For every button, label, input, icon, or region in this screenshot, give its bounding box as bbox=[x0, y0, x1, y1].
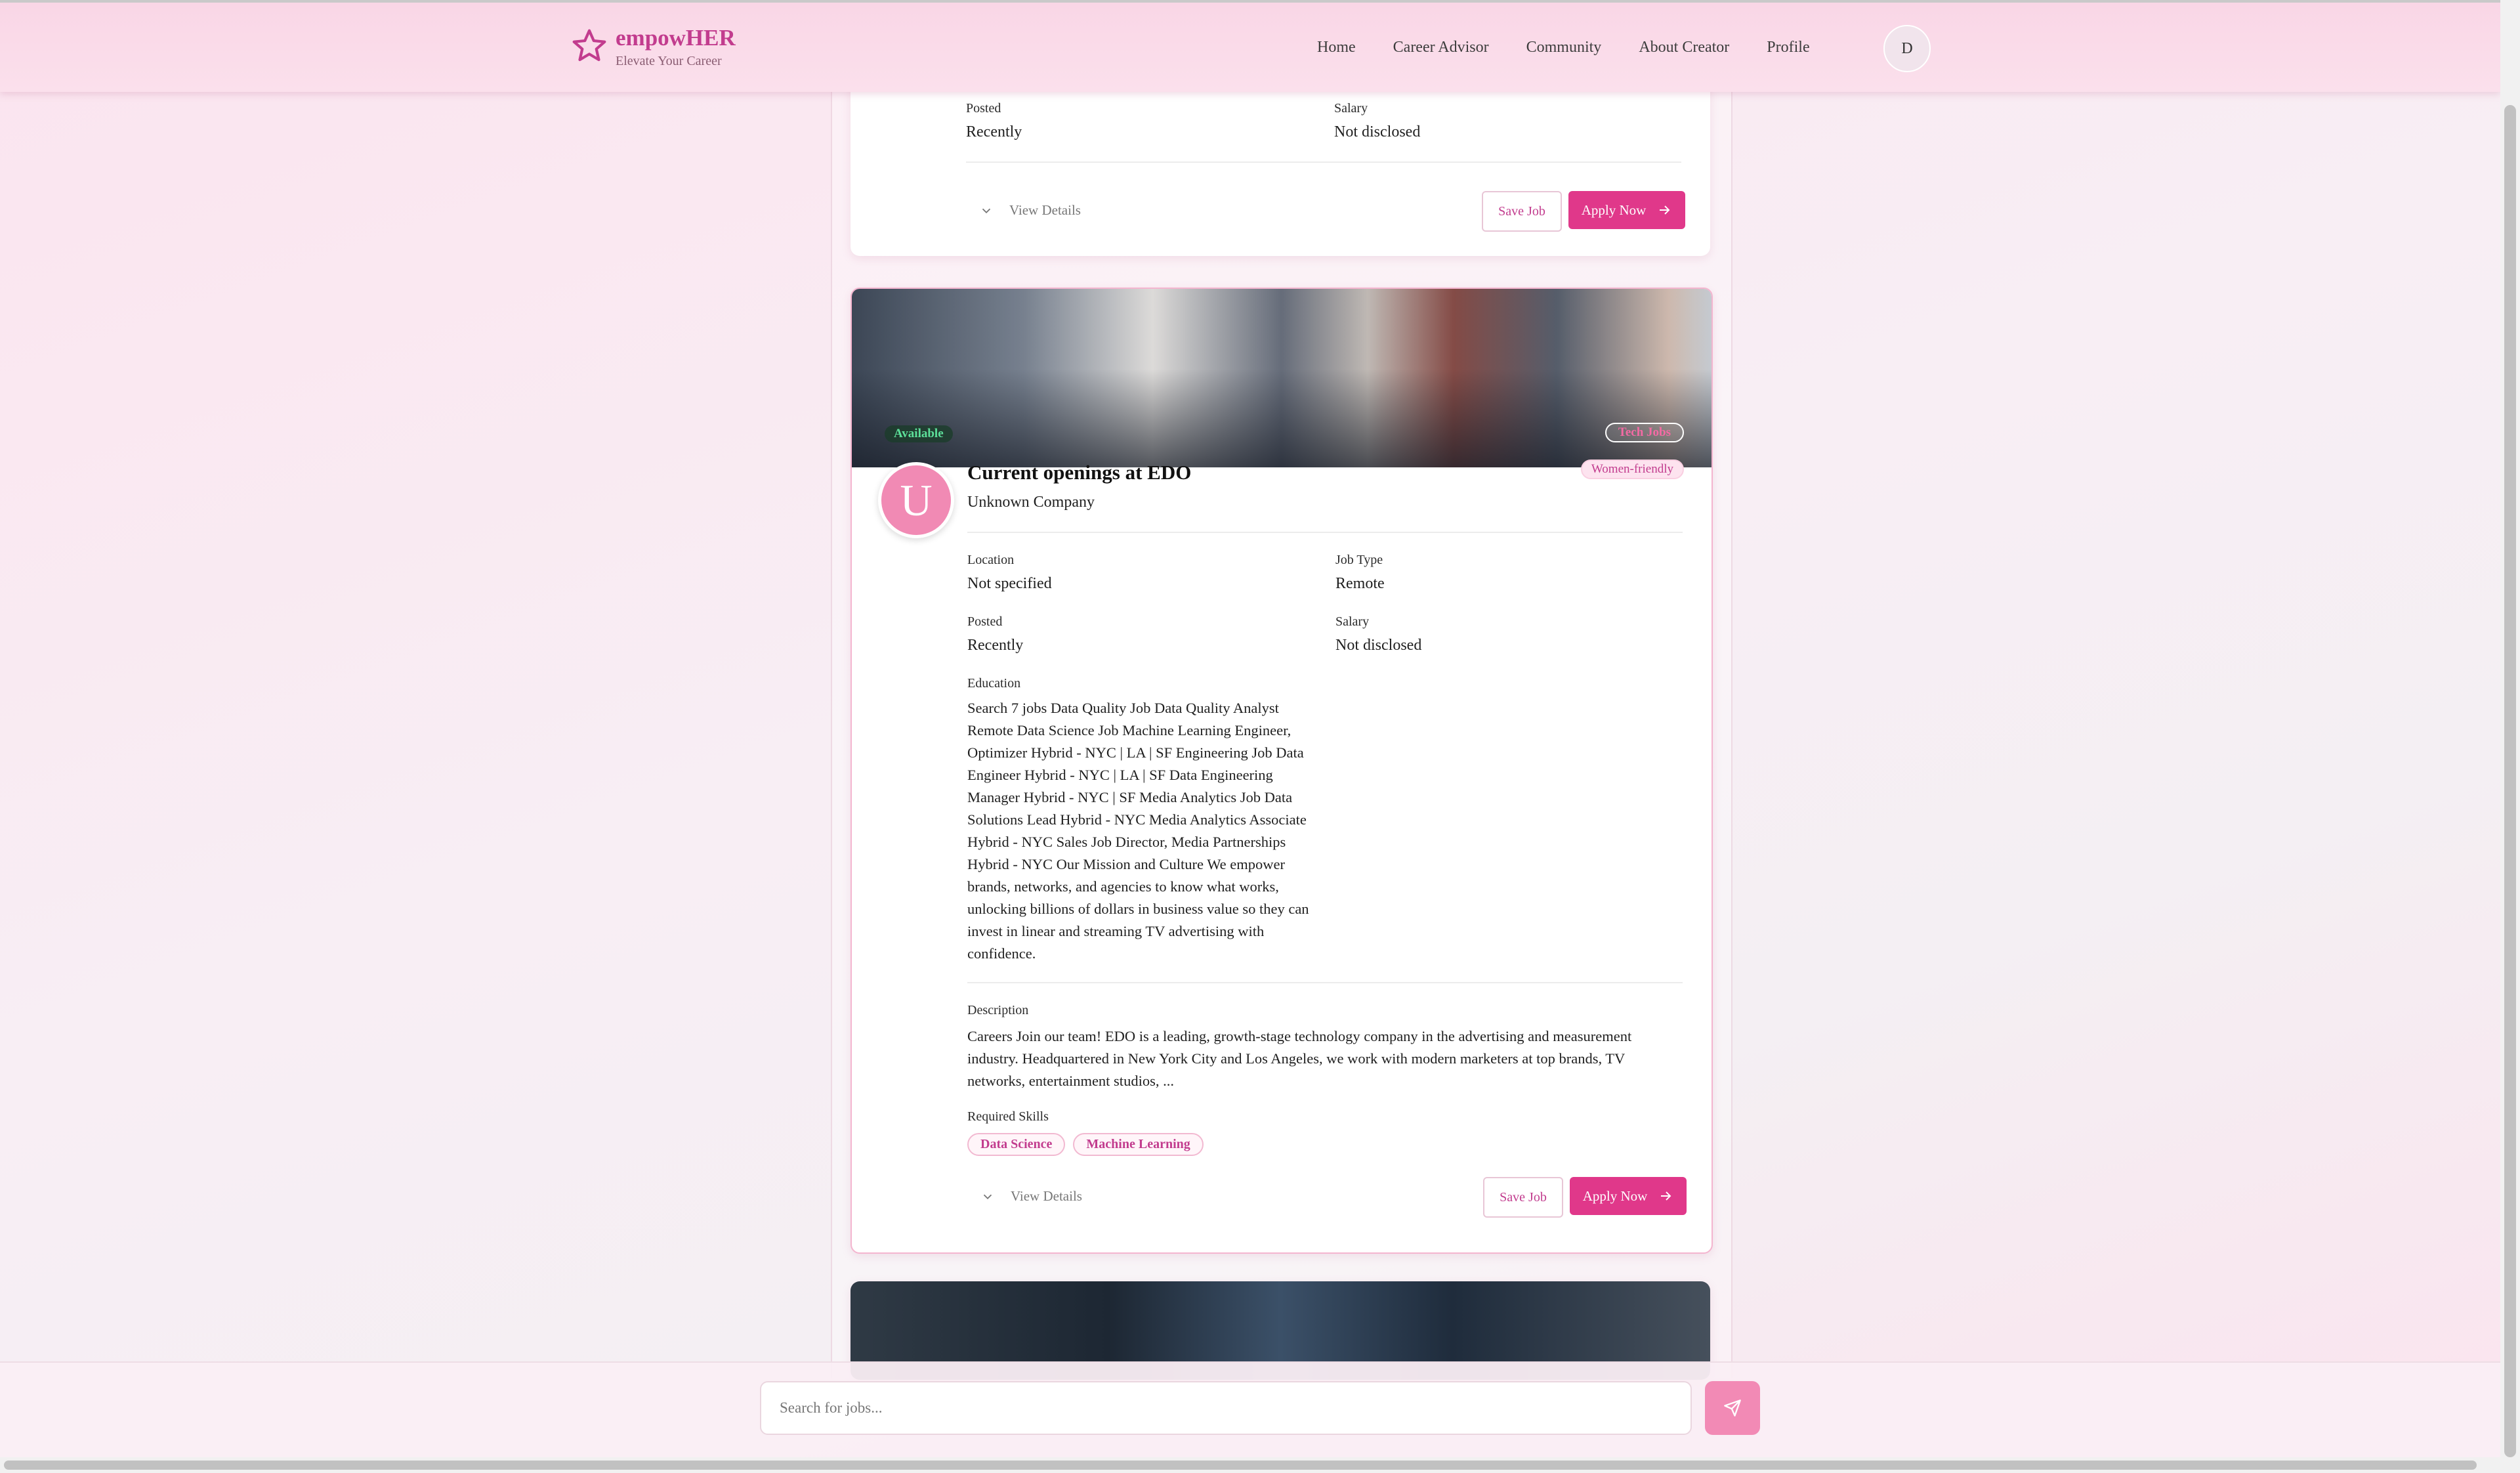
posted-label: Posted bbox=[967, 614, 1003, 629]
send-icon bbox=[1724, 1399, 1741, 1417]
logo[interactable]: empowHER Elevate Your Career bbox=[571, 24, 736, 70]
top-nav-bar: empowHER Elevate Your Career Home Career… bbox=[0, 0, 2500, 92]
description-label: Description bbox=[967, 1003, 1029, 1017]
view-details-label: View Details bbox=[1011, 1188, 1082, 1204]
scrollbar-thumb[interactable] bbox=[2504, 105, 2516, 1457]
brand-tagline: Elevate Your Career bbox=[616, 54, 722, 68]
horizontal-scrollbar[interactable] bbox=[0, 1457, 2500, 1473]
nav-home[interactable]: Home bbox=[1317, 35, 1356, 59]
nav-about-creator[interactable]: About Creator bbox=[1639, 35, 1729, 59]
company-name: Unknown Company bbox=[967, 494, 1095, 511]
view-details-toggle[interactable]: View Details bbox=[979, 202, 1081, 219]
main-nav: Home Career Advisor Community About Crea… bbox=[1317, 35, 1847, 59]
posted-label: Posted bbox=[966, 101, 1001, 116]
education-label: Education bbox=[967, 676, 1021, 691]
status-badge: Available bbox=[885, 425, 953, 442]
skills-list: Data Science Machine Learning bbox=[967, 1133, 1204, 1156]
nav-profile[interactable]: Profile bbox=[1767, 35, 1809, 59]
user-avatar[interactable]: D bbox=[1883, 25, 1931, 72]
save-job-button[interactable]: Save Job bbox=[1482, 191, 1562, 232]
chevron-down-icon bbox=[983, 1194, 992, 1199]
brand-name: empowHER bbox=[616, 25, 736, 51]
nav-career-advisor[interactable]: Career Advisor bbox=[1393, 35, 1489, 59]
women-friendly-badge: Women-friendly bbox=[1580, 459, 1684, 479]
location-label: Location bbox=[967, 553, 1015, 567]
view-details-label: View Details bbox=[1009, 202, 1081, 218]
arrow-right-icon bbox=[1660, 205, 1670, 215]
location-value: Not specified bbox=[967, 575, 1052, 592]
salary-value: Not disclosed bbox=[1334, 123, 1421, 140]
job-card-previous: Posted Recently Salary Not disclosed Vie… bbox=[850, 66, 1710, 256]
salary-label: Salary bbox=[1335, 614, 1370, 629]
apply-now-label: Apply Now bbox=[1581, 202, 1647, 218]
divider bbox=[967, 982, 1683, 983]
job-hero-image: Available Tech Jobs bbox=[852, 289, 1712, 467]
apply-now-button[interactable]: Apply Now bbox=[1568, 191, 1685, 229]
company-avatar: U bbox=[878, 462, 954, 538]
job-card: Available Tech Jobs Women-friendly U Cur… bbox=[850, 288, 1713, 1254]
job-type-label: Job Type bbox=[1335, 553, 1383, 567]
chevron-down-icon bbox=[982, 208, 991, 213]
skill-tag: Data Science bbox=[967, 1133, 1066, 1156]
vertical-scrollbar[interactable] bbox=[2500, 0, 2520, 1473]
category-badge: Tech Jobs bbox=[1605, 423, 1684, 442]
job-title: Current openings at EDO bbox=[967, 461, 1192, 484]
search-input[interactable] bbox=[760, 1381, 1692, 1435]
divider bbox=[967, 532, 1683, 533]
description-text: Careers Join our team! EDO is a leading,… bbox=[967, 1028, 1632, 1089]
posted-value: Recently bbox=[967, 637, 1024, 654]
salary-label: Salary bbox=[1334, 101, 1368, 116]
bottom-search-bar bbox=[0, 1361, 2500, 1459]
arrow-right-icon bbox=[1661, 1191, 1671, 1201]
nav-community[interactable]: Community bbox=[1526, 35, 1602, 59]
salary-value: Not disclosed bbox=[1335, 637, 1422, 654]
job-type-value: Remote bbox=[1335, 575, 1385, 592]
scrollbar-thumb[interactable] bbox=[4, 1461, 2477, 1470]
apply-now-label: Apply Now bbox=[1582, 1187, 1648, 1204]
apply-now-button[interactable]: Apply Now bbox=[1570, 1177, 1687, 1215]
save-job-button[interactable]: Save Job bbox=[1483, 1177, 1563, 1218]
skills-label: Required Skills bbox=[967, 1109, 1049, 1124]
skill-tag: Machine Learning bbox=[1073, 1133, 1204, 1156]
education-text: Search 7 jobs Data Quality Job Data Qual… bbox=[967, 700, 1309, 962]
posted-value: Recently bbox=[966, 123, 1022, 140]
divider bbox=[966, 161, 1681, 163]
star-icon bbox=[572, 29, 606, 62]
send-button[interactable] bbox=[1705, 1381, 1760, 1435]
view-details-toggle[interactable]: View Details bbox=[980, 1188, 1082, 1205]
